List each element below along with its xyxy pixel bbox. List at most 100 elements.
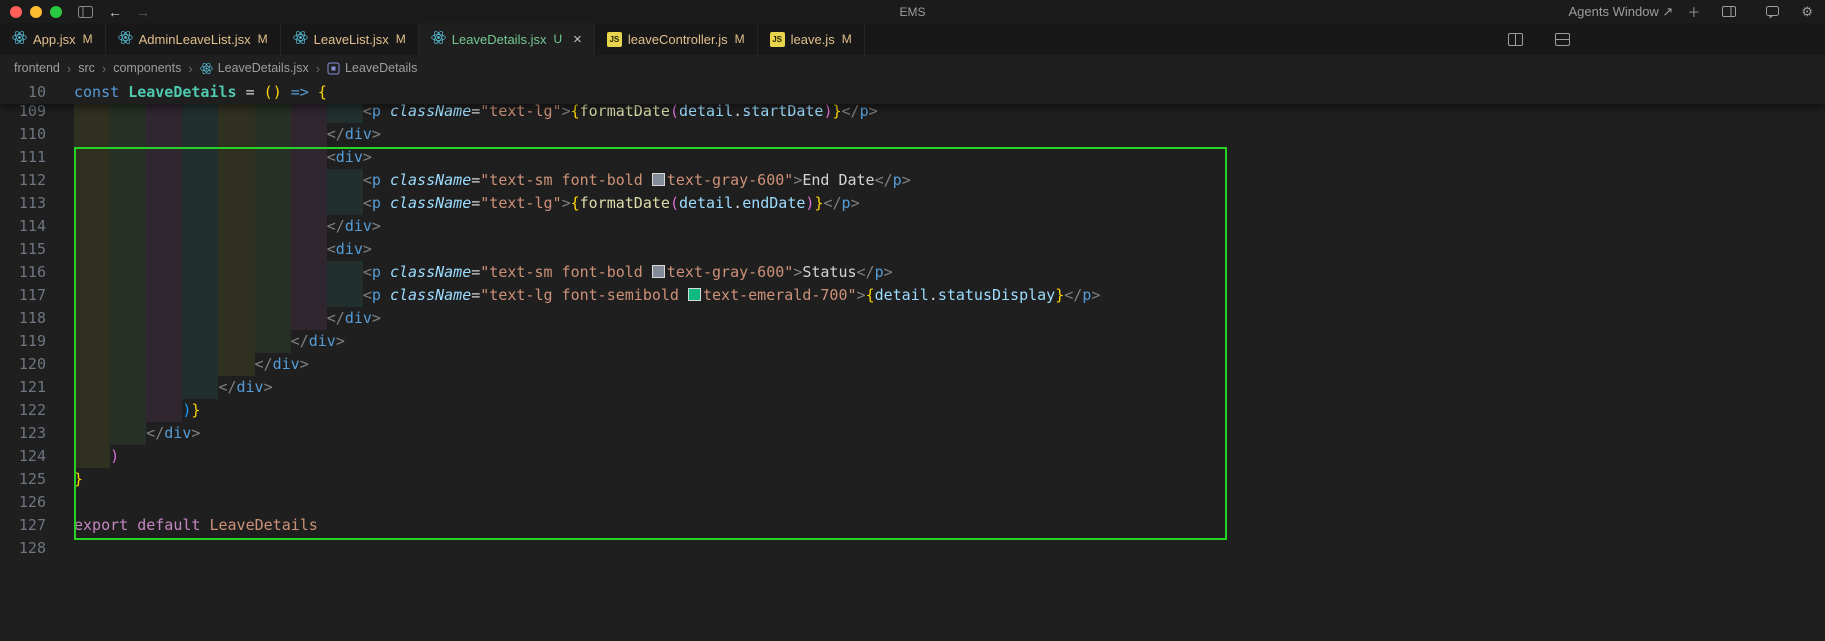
code-line[interactable]: 114 </div> <box>0 215 1825 238</box>
tab-leave-js[interactable]: JS leave.js M <box>757 23 865 55</box>
indent-guide <box>146 123 183 146</box>
line-number[interactable]: 121 <box>0 376 46 399</box>
code-line[interactable]: 119 </div> <box>0 330 1825 353</box>
breadcrumb-separator: › <box>315 60 321 76</box>
code-line[interactable]: 115 <div> <box>0 238 1825 261</box>
tab-app-jsx[interactable]: App.jsx M <box>0 23 106 55</box>
code-line[interactable]: 124) <box>0 445 1825 468</box>
line-number[interactable]: 112 <box>0 169 46 192</box>
tab-leavecontroller-js[interactable]: JS leaveController.js M <box>594 23 758 55</box>
indent-guide <box>74 399 111 422</box>
line-number[interactable]: 127 <box>0 514 46 537</box>
line-number[interactable]: 113 <box>0 192 46 215</box>
add-icon[interactable]: ＋ <box>1687 2 1700 21</box>
line-number[interactable]: 111 <box>0 146 46 169</box>
panel-layout-icon[interactable] <box>1722 6 1737 17</box>
indent-guide <box>146 238 183 261</box>
line-number[interactable]: 128 <box>0 537 46 560</box>
breadcrumb-label: src <box>78 61 95 75</box>
indent-guide <box>182 307 219 330</box>
line-number[interactable]: 122 <box>0 399 46 422</box>
code-line[interactable]: 125} <box>0 468 1825 491</box>
indent-guide <box>110 284 147 307</box>
sticky-scroll-line[interactable]: 10 const LeaveDetails = () => { <box>0 81 1825 104</box>
line-number[interactable]: 118 <box>0 307 46 330</box>
line-number[interactable]: 125 <box>0 468 46 491</box>
close-window-button[interactable] <box>10 5 22 18</box>
indent-guide <box>182 353 219 376</box>
code-line[interactable]: 126 <box>0 491 1825 514</box>
indent-guide <box>110 330 147 353</box>
indent-guide <box>146 215 183 238</box>
code-line[interactable]: 116 <p className="text-sm font-bold text-… <box>0 261 1825 284</box>
code-line[interactable]: 123 </div> <box>0 422 1825 445</box>
breadcrumb-label: frontend <box>14 61 60 75</box>
code-line[interactable]: 128 <box>0 537 1825 560</box>
line-number[interactable]: 110 <box>0 123 46 146</box>
line-number[interactable]: 123 <box>0 422 46 445</box>
code-line[interactable]: 10 const LeaveDetails = () => { <box>0 81 1825 104</box>
navigate-forward-icon[interactable]: → <box>136 4 150 20</box>
tab-leavedetails-jsx[interactable]: LeaveDetails.jsx U × <box>418 23 595 55</box>
indent-guide <box>74 146 111 169</box>
react-file-icon <box>117 30 133 48</box>
indent-guide <box>74 192 111 215</box>
breadcrumb-item-leavedetails-jsx[interactable]: LeaveDetails.jsx <box>199 61 309 75</box>
breadcrumb-item-leavedetails[interactable]: LeaveDetails <box>327 61 417 75</box>
indent-guide <box>218 284 255 307</box>
indent-guide <box>254 307 291 330</box>
tab-leavelist-jsx[interactable]: LeaveList.jsx M <box>280 23 419 55</box>
indent-guide <box>218 353 255 376</box>
line-number[interactable]: 117 <box>0 284 46 307</box>
split-editor-icon[interactable] <box>1508 32 1523 46</box>
line-number[interactable]: 126 <box>0 491 46 514</box>
code-line[interactable]: 122)} <box>0 399 1825 422</box>
zoom-window-button[interactable] <box>50 5 62 18</box>
code-line[interactable]: 121 </div> <box>0 376 1825 399</box>
tailwind-color-swatch <box>651 265 665 278</box>
breadcrumb-item-src[interactable]: src <box>78 61 95 75</box>
code-editor[interactable]: 109 <p className="text-lg">{formatDate(de… <box>0 81 1825 641</box>
line-number[interactable]: 10 <box>0 81 46 104</box>
chat-icon[interactable] <box>1766 5 1780 18</box>
indent-guide <box>254 192 291 215</box>
git-status-badge: M <box>82 32 93 46</box>
indent-guide <box>182 261 219 284</box>
indent-guide <box>182 330 219 353</box>
line-number[interactable]: 115 <box>0 238 46 261</box>
editor-layout-icon[interactable] <box>1555 32 1570 46</box>
indent-guide <box>110 353 147 376</box>
line-number[interactable]: 124 <box>0 445 46 468</box>
settings-gear-icon[interactable]: ⚙ <box>1801 4 1813 20</box>
code-line[interactable]: 118 </div> <box>0 307 1825 330</box>
code-line[interactable]: 113 <p className="text-lg">{formatDate(de… <box>0 192 1825 215</box>
tab-label: leave.js <box>790 31 835 47</box>
close-icon[interactable]: × <box>573 32 582 47</box>
indent-guide <box>146 399 183 422</box>
indent-guide <box>254 215 291 238</box>
indent-guide <box>146 376 183 399</box>
breadcrumb-item-components[interactable]: components <box>113 61 181 75</box>
indent-guide <box>74 307 111 330</box>
navigate-back-icon[interactable]: ← <box>108 4 122 20</box>
code-line[interactable]: 110 </div> <box>0 123 1825 146</box>
breadcrumb-separator: › <box>66 60 72 76</box>
line-number[interactable]: 119 <box>0 330 46 353</box>
line-number[interactable]: 114 <box>0 215 46 238</box>
code-line[interactable]: 117 <p className="text-lg font-semibold t… <box>0 284 1825 307</box>
git-status-badge: M <box>395 32 406 46</box>
minimize-window-button[interactable] <box>30 5 42 18</box>
indent-guide <box>110 422 147 445</box>
code-line[interactable]: 127 export default LeaveDetails <box>0 514 1825 537</box>
line-number[interactable]: 116 <box>0 261 46 284</box>
agents-window-link[interactable]: Agents Window ↗ <box>1569 4 1674 20</box>
line-number[interactable]: 120 <box>0 353 46 376</box>
breadcrumb-item-frontend[interactable]: frontend <box>14 61 60 75</box>
tab-adminleavelist-jsx[interactable]: AdminLeaveList.jsx M <box>105 23 281 55</box>
toggle-sidebar-icon[interactable] <box>78 5 93 18</box>
code-line[interactable]: 120 </div> <box>0 353 1825 376</box>
indent-guide <box>110 307 147 330</box>
code-line[interactable]: 112 <p className="text-sm font-bold text-… <box>0 169 1825 192</box>
indent-guide <box>146 169 183 192</box>
code-line[interactable]: 111 <div> <box>0 146 1825 169</box>
